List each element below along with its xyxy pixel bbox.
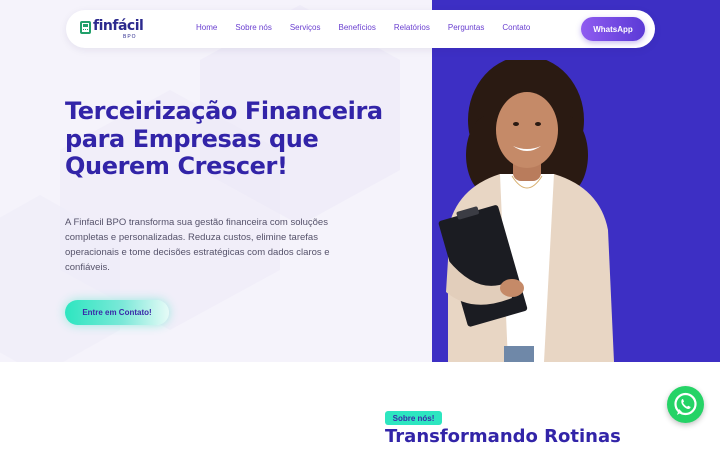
logo-subtitle: BPO	[123, 34, 137, 40]
about-badge: Sobre nós!	[385, 411, 442, 425]
nav-link-sobre[interactable]: Sobre nós	[235, 23, 271, 32]
nav-link-perguntas[interactable]: Perguntas	[448, 23, 484, 32]
about-title: Transformando Rotinas	[385, 426, 621, 447]
nav-links: Home Sobre nós Serviços Benefícios Relat…	[196, 23, 548, 32]
navbar: finfácil BPO Home Sobre nós Serviços Ben…	[66, 10, 655, 48]
nav-link-relatorios[interactable]: Relatórios	[394, 23, 430, 32]
nav-link-servicos[interactable]: Serviços	[290, 23, 321, 32]
logo-text: finfácil	[93, 18, 144, 34]
contact-cta-button[interactable]: Entre em Contato!	[65, 300, 169, 325]
whatsapp-float-button[interactable]	[667, 386, 704, 423]
nav-link-contato[interactable]: Contato	[502, 23, 530, 32]
nav-link-home[interactable]: Home	[196, 23, 217, 32]
whatsapp-button[interactable]: WhatsApp	[581, 17, 645, 41]
hero-description: A Finfacil BPO transforma sua gestão fin…	[65, 217, 330, 273]
calculator-icon	[80, 21, 91, 34]
hero-title: Terceirização Financeira para Empresas q…	[65, 97, 383, 180]
nav-link-beneficios[interactable]: Benefícios	[339, 23, 376, 32]
whatsapp-icon	[674, 392, 697, 416]
hero-woman-photo	[438, 60, 614, 362]
